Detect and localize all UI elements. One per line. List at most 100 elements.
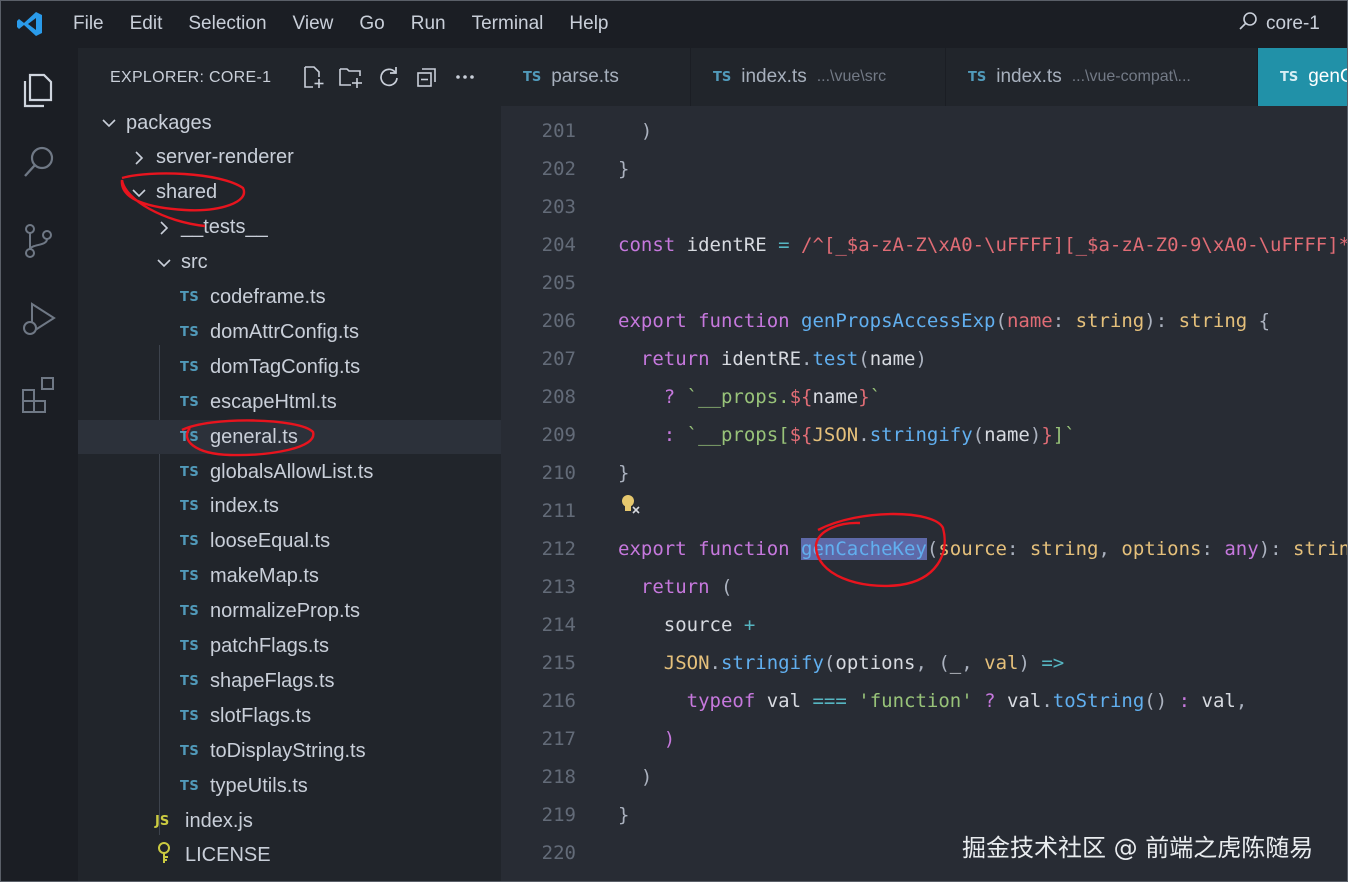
code-content: ? `__props.${name}` — [618, 378, 881, 416]
code-token: : — [1052, 310, 1076, 332]
explorer-icon[interactable] — [18, 68, 60, 110]
tab-label: index.ts — [741, 66, 807, 87]
code-token: , — [1235, 690, 1248, 712]
code-line: 211 — [501, 492, 1348, 530]
code-token: return — [618, 348, 721, 370]
tree-file[interactable]: TS patchFlags.ts — [78, 630, 501, 664]
tree-folder[interactable]: __tests__ — [78, 211, 501, 245]
tree-item-label: normalizeProp.ts — [210, 600, 361, 623]
code-line: 204 const identRE = /^[_$a-zA-Z\xA0-\uFFF… — [501, 226, 1348, 264]
menu-terminal[interactable]: Terminal — [459, 0, 557, 48]
tree-folder[interactable]: packages — [78, 106, 501, 140]
typescript-file-icon: TS — [713, 69, 732, 85]
tree-item-label: LICENSE — [185, 844, 271, 867]
new-file-icon[interactable] — [300, 64, 326, 90]
new-folder-icon[interactable] — [338, 64, 364, 90]
code-token: === — [812, 690, 859, 712]
command-center-search[interactable]: core-1 — [1238, 0, 1320, 48]
tree-file[interactable]: TS domTagConfig.ts — [78, 350, 501, 384]
search-view-icon[interactable] — [18, 141, 60, 183]
tree-item-label: typeUtils.ts — [210, 774, 308, 797]
tree-file[interactable]: TS domAttrConfig.ts — [78, 315, 501, 349]
code-token: JSON — [812, 424, 859, 446]
typescript-file-icon: TS — [180, 569, 200, 585]
tree-file[interactable]: TS index.ts — [78, 490, 501, 524]
tree-folder[interactable]: shared — [78, 176, 501, 210]
code-content: return identRE.test(name) — [618, 340, 927, 378]
tree-item-label: general.ts — [210, 425, 298, 448]
chevron-down-icon — [100, 114, 118, 132]
activity-bar — [0, 48, 78, 882]
tree-file[interactable]: TS codeframe.ts — [78, 281, 501, 315]
line-number: 213 — [541, 576, 576, 598]
code-token: name — [812, 386, 859, 408]
code-token: ) — [618, 728, 676, 750]
code-token: string — [1178, 310, 1259, 332]
menu-run[interactable]: Run — [398, 0, 459, 48]
editor-tab[interactable]: TS index.ts ...\vue-compat\... — [946, 48, 1258, 106]
tree-item-label: makeMap.ts — [210, 565, 319, 588]
tree-file[interactable]: LICENSE — [78, 839, 501, 873]
tree-file[interactable]: TS globalsAllowList.ts — [78, 455, 501, 489]
license-key-icon — [155, 841, 177, 870]
menu-selection[interactable]: Selection — [175, 0, 279, 48]
menu-view[interactable]: View — [280, 0, 347, 48]
code-token: , ( — [915, 652, 950, 674]
tree-folder[interactable]: server-renderer — [78, 141, 501, 175]
tree-file[interactable]: JS index.js — [78, 804, 501, 838]
tree-item-label: domAttrConfig.ts — [210, 320, 359, 343]
code-line: 209 : `__props[${JSON.stringify(name)}]` — [501, 416, 1348, 454]
tree-file[interactable]: TS slotFlags.ts — [78, 699, 501, 733]
refresh-icon[interactable] — [376, 64, 402, 90]
code-token: . — [801, 348, 813, 370]
typescript-file-icon: TS — [180, 394, 200, 410]
menu-go[interactable]: Go — [346, 0, 397, 48]
code-line: 203 — [501, 188, 1348, 226]
menu-bar: File Edit Selection View Go Run Terminal Help — [60, 0, 622, 48]
typescript-file-icon: TS — [180, 743, 200, 759]
menu-help[interactable]: Help — [556, 0, 621, 48]
collapse-all-icon[interactable] — [414, 64, 440, 90]
code-token: name — [869, 348, 916, 370]
code-token: } — [618, 804, 630, 826]
tree-file[interactable]: TS normalizeProp.ts — [78, 595, 501, 629]
tree-item-label: toDisplayString.ts — [210, 739, 366, 762]
code-token: options — [1121, 538, 1202, 560]
extensions-icon[interactable] — [18, 373, 60, 415]
more-actions-icon[interactable] — [452, 64, 478, 90]
tree-folder[interactable]: src — [78, 246, 501, 280]
tree-file[interactable]: TS escapeHtml.ts — [78, 385, 501, 419]
code-token: : — [1178, 690, 1202, 712]
tree-file[interactable]: TS shapeFlags.ts — [78, 664, 501, 698]
tree-file[interactable]: TS looseEqual.ts — [78, 525, 501, 559]
code-token: source — [618, 614, 744, 636]
tree-item-label: shapeFlags.ts — [210, 669, 335, 692]
code-token: function — [698, 538, 802, 560]
run-debug-icon[interactable] — [18, 298, 60, 340]
tree-file[interactable]: TS general.ts — [78, 420, 501, 455]
code-token: { — [1258, 310, 1271, 332]
code-token: test — [812, 348, 859, 370]
code-token: genPropsAccessExp — [801, 310, 996, 332]
tree-item-label: slotFlags.ts — [210, 704, 312, 727]
code-token: . — [709, 652, 721, 674]
menu-file[interactable]: File — [60, 0, 117, 48]
source-control-icon[interactable] — [18, 220, 60, 262]
menu-edit[interactable]: Edit — [117, 0, 176, 48]
chevron-down-icon — [130, 184, 148, 202]
editor-tab[interactable]: TS parse.ts — [501, 48, 691, 106]
code-editor[interactable]: 201 ) 202} 203 204 const identRE = /^[_$a-zA… — [501, 106, 1348, 882]
code-token: + — [743, 614, 756, 636]
code-token: . — [1041, 690, 1053, 712]
code-token: ): — [1144, 310, 1179, 332]
editor-tab[interactable]: TS genCacheKey — [1258, 48, 1348, 106]
editor-tab[interactable]: TS index.ts ...\vue\src — [691, 48, 946, 106]
typescript-file-icon: TS — [1280, 69, 1299, 85]
tree-file[interactable]: TS typeUtils.ts — [78, 769, 501, 803]
code-token: => — [1041, 652, 1065, 674]
tree-file[interactable]: TS toDisplayString.ts — [78, 734, 501, 768]
tab-label: index.ts — [996, 66, 1062, 87]
code-content: } — [618, 796, 629, 834]
tree-file[interactable]: TS makeMap.ts — [78, 560, 501, 594]
code-token: ) — [618, 120, 653, 142]
